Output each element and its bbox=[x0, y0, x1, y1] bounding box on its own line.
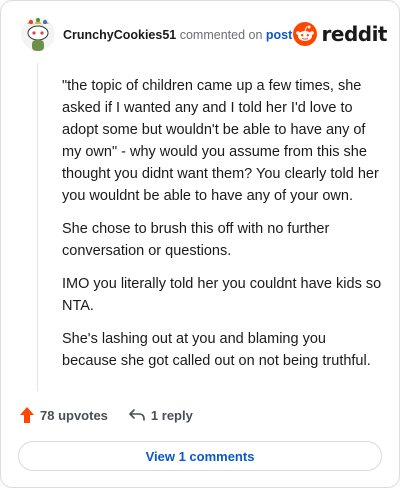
reply-button[interactable]: 1 reply bbox=[128, 408, 193, 423]
author-line: CrunchyCookies51 commented on post bbox=[63, 27, 292, 43]
thread-line bbox=[37, 63, 38, 391]
upvote-count: 78 upvotes bbox=[40, 407, 108, 423]
comment-paragraph: She chose to brush this off with no furt… bbox=[62, 221, 330, 259]
reply-arrow-icon bbox=[129, 409, 145, 421]
comment-header: CrunchyCookies51 commented on post reddi… bbox=[21, 17, 388, 53]
snoo-avatar-icon bbox=[21, 17, 55, 51]
upvote-arrow-icon bbox=[20, 407, 34, 423]
comment-paragraph: "the topic of children came up a few tim… bbox=[62, 78, 379, 204]
comment-paragraph: She's lashing out at you and blaming you… bbox=[62, 331, 371, 369]
comment-actions: 78 upvotes 1 reply bbox=[19, 404, 193, 426]
view-comments-button[interactable]: View 1 comments bbox=[18, 441, 382, 471]
comment-card: CrunchyCookies51 commented on post reddi… bbox=[0, 0, 400, 488]
user-avatar[interactable] bbox=[21, 17, 55, 51]
reddit-logo[interactable]: reddit bbox=[292, 19, 388, 49]
comment-body: "the topic of children came up a few tim… bbox=[62, 75, 382, 383]
reply-count: 1 reply bbox=[150, 407, 193, 423]
reddit-wordmark: reddit bbox=[321, 22, 388, 46]
username[interactable]: CrunchyCookies51 bbox=[63, 28, 176, 42]
comment-paragraph: IMO you literally told her you couldnt h… bbox=[62, 276, 382, 314]
post-link[interactable]: post bbox=[266, 28, 292, 42]
commented-on-text: commented on bbox=[179, 28, 263, 42]
reddit-snoo-icon bbox=[292, 22, 317, 46]
upvote-button[interactable]: 78 upvotes bbox=[19, 406, 108, 424]
